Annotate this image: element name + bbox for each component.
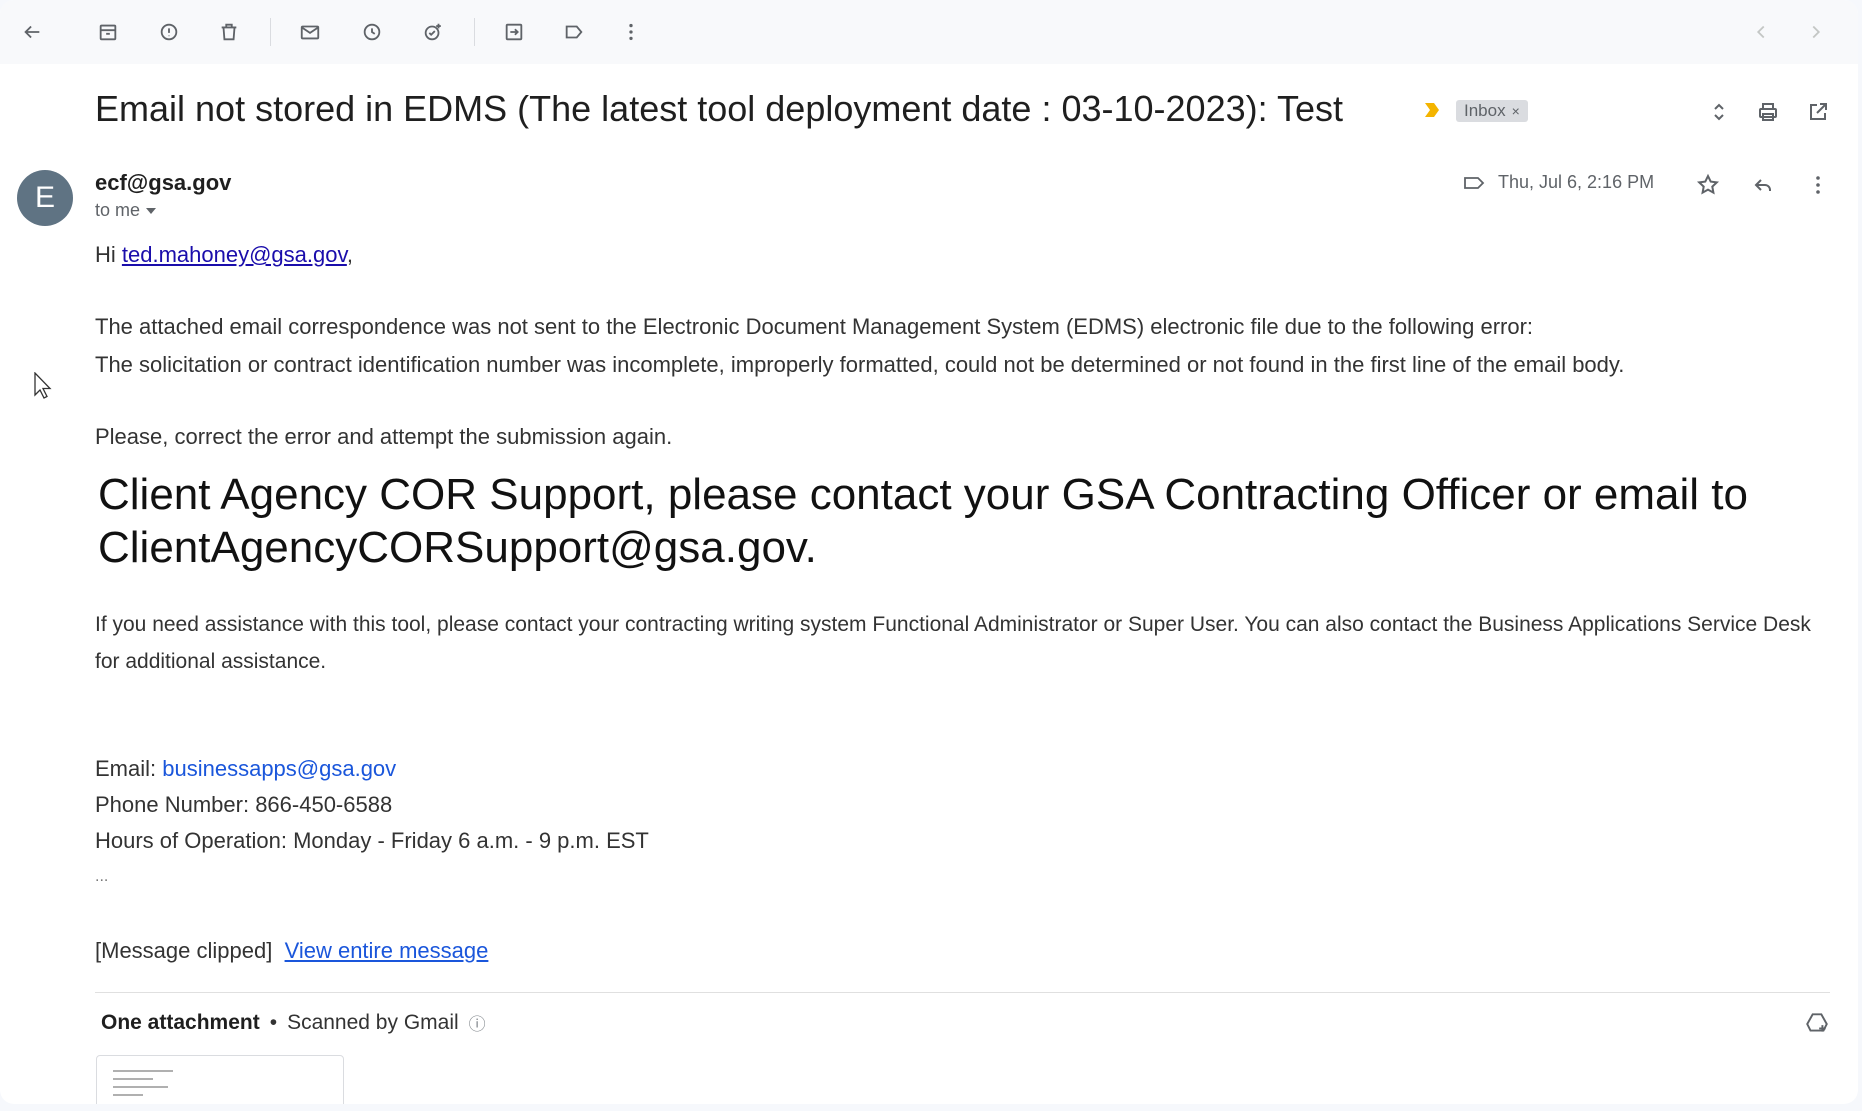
- recipient-summary[interactable]: to me: [95, 200, 157, 221]
- toolbar: [0, 0, 1858, 64]
- contact-hours: Hours of Operation: Monday - Friday 6 a.…: [95, 828, 649, 853]
- greeting-suffix: ,: [346, 242, 353, 267]
- add-task-icon[interactable]: [417, 16, 449, 48]
- greeting-email-link[interactable]: ted.mahoney@gsa.gov: [122, 242, 347, 267]
- greeting: Hi ted.mahoney@gsa.gov,: [95, 242, 353, 268]
- error-description: The attached email correspondence was no…: [95, 314, 1534, 339]
- message-date: Thu, Jul 6, 2:16 PM: [1498, 172, 1655, 192]
- reply-icon[interactable]: [1748, 170, 1778, 200]
- inbox-label-text: Inbox: [1464, 101, 1506, 120]
- message-more-icon[interactable]: [1803, 170, 1833, 200]
- more-icon[interactable]: [615, 16, 647, 48]
- open-new-window-icon[interactable]: [1804, 98, 1832, 126]
- sender-address[interactable]: ecf@gsa.gov: [95, 170, 231, 196]
- retry-instruction: Please, correct the error and attempt th…: [95, 424, 673, 449]
- greeting-prefix: Hi: [95, 242, 122, 267]
- report-spam-icon[interactable]: [153, 16, 185, 48]
- assistance-paragraph: If you need assistance with this tool, p…: [95, 613, 1811, 673]
- attachment-thumbnail[interactable]: [96, 1055, 344, 1104]
- contact-phone: Phone Number: 866-450-6588: [95, 792, 393, 817]
- scanned-by-gmail: Scanned by Gmail: [287, 1010, 459, 1034]
- star-icon[interactable]: [1693, 170, 1723, 200]
- trimmed-content-ellipsis[interactable]: ...: [95, 868, 108, 886]
- attachments-count: One attachment: [101, 1010, 260, 1034]
- attachments-separator: •: [269, 1010, 278, 1034]
- archive-icon[interactable]: [92, 16, 124, 48]
- thumb-line: [113, 1086, 168, 1088]
- delete-icon[interactable]: [213, 16, 245, 48]
- move-to-icon[interactable]: [498, 16, 530, 48]
- clipped-notice: [Message clipped] View entire message: [95, 938, 488, 964]
- thumb-line: [113, 1078, 153, 1080]
- email-label: Email:: [95, 756, 163, 781]
- support-notice: Client Agency COR Support, please contac…: [98, 470, 1748, 572]
- newer-icon[interactable]: [1800, 16, 1832, 48]
- email-window: Email not stored in EDMS (The latest too…: [0, 0, 1858, 1104]
- recipient-text: to me: [95, 200, 141, 220]
- label-tag-icon: [1464, 176, 1485, 189]
- snooze-icon[interactable]: [356, 16, 388, 48]
- clipped-label: [Message clipped]: [95, 938, 273, 963]
- mouse-cursor-icon: [34, 372, 52, 399]
- thumb-line: [113, 1094, 143, 1096]
- view-entire-message-link[interactable]: View entire message: [285, 938, 489, 963]
- remove-label-icon[interactable]: ×: [1512, 100, 1520, 122]
- labels-icon[interactable]: [558, 16, 590, 48]
- contact-email-link[interactable]: businessapps@gsa.gov: [162, 756, 396, 781]
- inbox-label-chip[interactable]: Inbox ×: [1456, 100, 1528, 122]
- attachments-header: One attachment • Scanned by Gmail ⓘ: [101, 1010, 486, 1035]
- toolbar-divider: [474, 18, 475, 46]
- older-icon[interactable]: [1745, 16, 1777, 48]
- sender-avatar[interactable]: E: [17, 170, 73, 226]
- back-icon[interactable]: [16, 16, 48, 48]
- info-icon[interactable]: ⓘ: [469, 1010, 486, 1035]
- expand-all-icon[interactable]: [1705, 98, 1733, 126]
- email-subject: Email not stored in EDMS (The latest too…: [95, 88, 1343, 129]
- chevron-down-icon[interactable]: [146, 207, 157, 214]
- contact-email-line: Email: businessapps@gsa.gov: [95, 756, 396, 782]
- toolbar-divider: [270, 18, 271, 46]
- error-detail: The solicitation or contract identificat…: [95, 352, 1625, 377]
- importance-marker-icon[interactable]: [1422, 100, 1442, 120]
- print-icon[interactable]: [1754, 98, 1782, 126]
- thumb-line: [113, 1070, 173, 1072]
- attachments-divider: [95, 992, 1830, 993]
- mark-unread-icon[interactable]: [294, 16, 326, 48]
- message-meta: Thu, Jul 6, 2:16 PM: [1464, 172, 1654, 193]
- add-to-drive-icon[interactable]: [1804, 1010, 1830, 1036]
